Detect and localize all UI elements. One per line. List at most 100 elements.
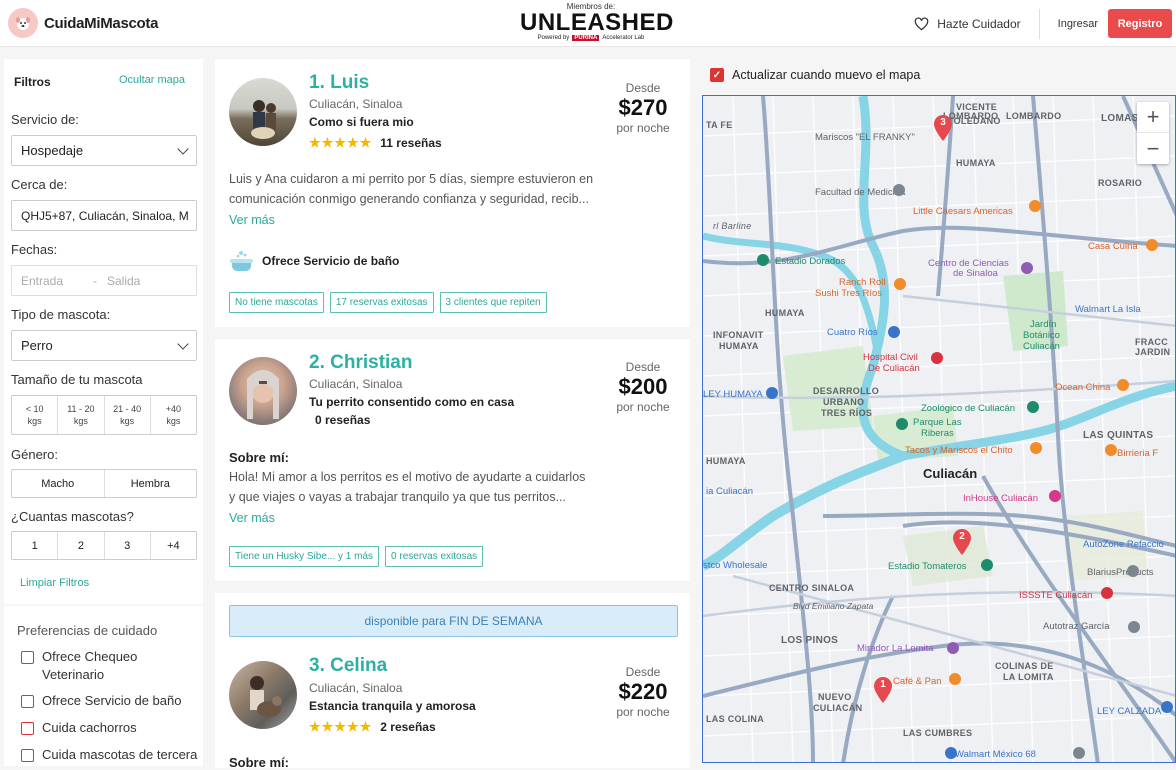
caregiver-name[interactable]: 2. Christian [309, 352, 412, 374]
size-option[interactable]: 21 - 40 kgs [105, 396, 151, 434]
badge-list: Tiene un Husky Sibe... y 1 más 0 reserva… [229, 546, 484, 567]
caregiver-avatar[interactable] [229, 661, 297, 729]
caregiver-card[interactable]: 2. Christian Culiacán, Sinaloa Tu perrit… [215, 339, 690, 581]
count-option[interactable]: +4 [151, 532, 196, 559]
zoom-out-button[interactable]: − [1137, 133, 1169, 164]
checkbox[interactable] [21, 722, 34, 735]
become-caregiver-label: Hazte Cuidador [937, 16, 1021, 31]
review-count: 11 reseñas [380, 136, 442, 150]
gender-label: Género: [11, 447, 58, 462]
size-option[interactable]: +40 kgs [151, 396, 196, 434]
location-input[interactable]: QHJ5+87, Culiacán, Sinaloa, M [11, 200, 197, 231]
pref-bath-service[interactable]: Ofrece Servicio de baño [21, 692, 201, 710]
checkin-field[interactable]: Entrada [21, 274, 93, 288]
clear-filters-link[interactable]: Limpiar Filtros [20, 577, 89, 589]
brand-logo[interactable]: CuidaMiMascota [8, 8, 158, 38]
pref-puppies[interactable]: Cuida cachorros [21, 719, 201, 737]
caregiver-city: Culiacán, Sinaloa [309, 681, 403, 695]
about-line: Hola! Mi amor a los perritos es el motiv… [229, 470, 586, 484]
size-option[interactable]: 11 - 20 kgs [58, 396, 105, 434]
caregiver-card[interactable]: 1. Luis Culiacán, Sinaloa Como si fuera … [215, 59, 690, 327]
gender-female-option[interactable]: Hembra [105, 470, 197, 497]
checkbox-checked-icon[interactable]: ✓ [710, 68, 724, 82]
gender-selector: Macho Hembra [11, 469, 197, 498]
checkbox[interactable] [21, 651, 34, 664]
update-on-move-toggle[interactable]: ✓ Actualizar cuando muevo el mapa [710, 68, 920, 82]
pref-vet-checkup[interactable]: Ofrece Chequeo Veterinario [21, 648, 201, 684]
size-option[interactable]: < 10 kgs [12, 396, 59, 434]
caregiver-name[interactable]: 1. Luis [309, 72, 369, 94]
review-count: 0 reseñas [315, 413, 371, 427]
service-label: Servicio de: [11, 112, 79, 127]
chevron-down-icon [177, 337, 189, 350]
caregiver-tagline: Como si fuera mio [309, 115, 414, 129]
per-night-label: por noche [616, 121, 670, 135]
review-text: Luis y Ana cuidaron a mi perrito por 5 d… [229, 169, 609, 209]
chevron-down-icon [177, 142, 189, 155]
checkbox[interactable] [21, 749, 34, 762]
pin-number: 2 [959, 531, 965, 542]
service-value: Hospedaje [21, 143, 84, 158]
filters-title: Filtros [14, 75, 51, 89]
caregiver-tagline: Tu perrito consentido como en casa [309, 395, 515, 409]
pref-senior-pets[interactable]: Cuida mascotas de tercera [21, 746, 201, 764]
about-heading: Sobre mí: [229, 450, 289, 465]
listing-pin-1[interactable]: 1 [872, 676, 894, 704]
star-rating-icon: ★★★★★ [309, 135, 373, 150]
about-line: y que viajes o vayas a trabajar tranquil… [229, 490, 566, 504]
pref-label: Cuida cachorros [42, 720, 137, 735]
bathtub-icon [230, 251, 253, 271]
map-view[interactable]: VICENTE LOMBARDO LOMBARDO TOLEDANO LOMAS… [702, 95, 1176, 763]
per-night-label: por noche [616, 400, 670, 414]
zoom-in-button[interactable]: + [1137, 102, 1169, 133]
count-option[interactable]: 2 [58, 532, 105, 559]
checkout-field[interactable]: Salida [107, 274, 140, 288]
bath-service-feature: Ofrece Servicio de baño [229, 249, 399, 273]
price-block: Desde $270 por noche [608, 81, 678, 135]
listing-pin-3[interactable]: 3 [932, 114, 954, 142]
price-value: $200 [618, 374, 668, 399]
login-link[interactable]: Ingresar [1040, 18, 1108, 30]
gender-male-option[interactable]: Macho [12, 470, 105, 497]
size-label: Tamaño de tu mascota [11, 372, 143, 387]
count-option[interactable]: 1 [12, 532, 59, 559]
see-more-link[interactable]: Ver más [229, 213, 275, 227]
checkbox[interactable] [21, 695, 34, 708]
register-button[interactable]: Registro [1108, 9, 1172, 38]
dog-logo-icon [8, 8, 38, 38]
caregiver-avatar[interactable] [229, 357, 297, 425]
unleashed-title: UNLEASHED [520, 9, 674, 36]
badge: 3 clientes que repiten [439, 292, 547, 313]
accelerator-text: Accelerator Lab [602, 35, 645, 41]
weekend-availability-banner: disponible para FIN DE SEMANA [229, 605, 678, 637]
rating: 0 reseñas [315, 413, 370, 427]
pet-type-select[interactable]: Perro [11, 330, 197, 361]
update-on-move-label: Actualizar cuando muevo el mapa [732, 68, 921, 82]
size-selector: < 10 kgs 11 - 20 kgs 21 - 40 kgs +40 kgs [11, 395, 197, 435]
pref-label: Cuida mascotas de tercera [42, 747, 198, 762]
review-line: comunicación conmigo generando confianza… [229, 192, 589, 206]
become-caregiver-link[interactable]: Hazte Cuidador [896, 17, 1038, 31]
badge: 17 reservas exitosas [329, 292, 434, 313]
price-value: $220 [618, 679, 668, 704]
star-rating-icon: ★★★★★ [309, 719, 373, 734]
hide-map-link[interactable]: Ocultar mapa [119, 74, 185, 86]
date-separator: - [93, 273, 97, 288]
zoom-controls: + − [1137, 102, 1169, 164]
dates-label: Fechas: [11, 242, 58, 257]
caregiver-card[interactable]: disponible para FIN DE SEMANA 3. Celina … [215, 593, 690, 770]
listing-pin-2[interactable]: 2 [951, 528, 973, 556]
see-more-link[interactable]: Ver más [229, 511, 275, 525]
pet-count-label: ¿Cuantas mascotas? [11, 509, 134, 524]
unleashed-powered: Powered by PURINA Accelerator Lab [520, 35, 662, 41]
preferences-title: Preferencias de cuidado [17, 623, 158, 638]
price-value: $270 [618, 95, 668, 120]
service-select[interactable]: Hospedaje [11, 135, 197, 166]
pet-count-selector: 1 2 3 +4 [11, 531, 197, 560]
date-range-input[interactable]: Entrada - Salida [11, 265, 197, 296]
pin-number: 1 [880, 679, 886, 690]
count-option[interactable]: 3 [105, 532, 151, 559]
caregiver-avatar[interactable] [229, 78, 297, 146]
caregiver-name[interactable]: 3. Celina [309, 655, 387, 677]
badge: Tiene un Husky Sibe... y 1 más [229, 546, 380, 567]
